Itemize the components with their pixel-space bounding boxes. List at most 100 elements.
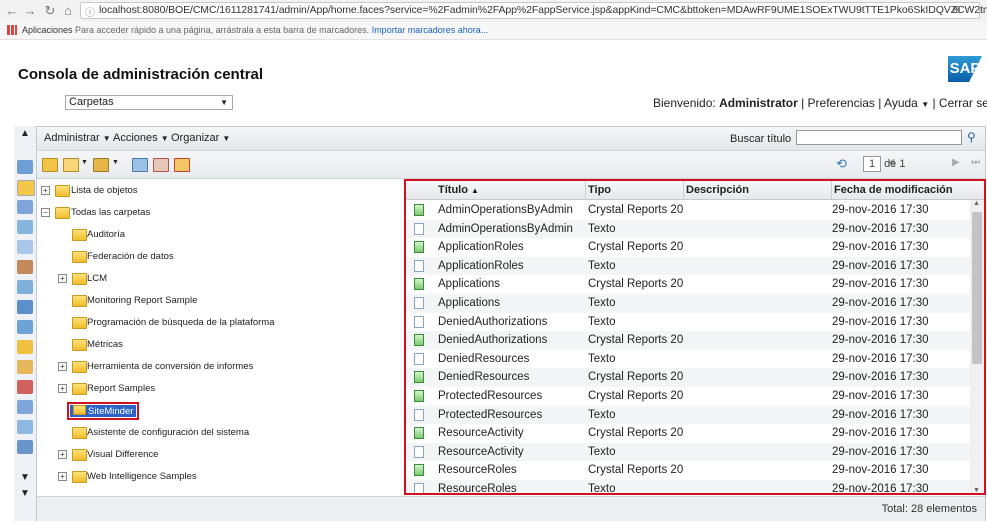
scroll-up-icon[interactable]: ▲: [20, 128, 30, 139]
servers-nav-icon[interactable]: [17, 240, 33, 254]
back-arrow-icon[interactable]: ←: [4, 3, 20, 19]
table-row[interactable]: ApplicationRoles Texto 29-nov-2016 17:30: [406, 256, 970, 276]
forward-arrow-icon[interactable]: →: [22, 3, 38, 19]
new-folder-icon[interactable]: [42, 158, 58, 172]
apps-label[interactable]: Aplicaciones: [22, 25, 73, 35]
scroll-up-icon[interactable]: ▲: [973, 200, 980, 207]
properties-icon[interactable]: [132, 158, 148, 172]
licenses-nav-icon[interactable]: [17, 320, 33, 334]
text-file-icon: [414, 222, 424, 235]
address-bar[interactable]: ⓘ localhost:8080/BOE/CMC/1611281741/admi…: [80, 2, 987, 19]
folder-icon: [72, 251, 87, 263]
folder-view-select[interactable]: Carpetas ▼: [65, 95, 233, 110]
add-to-folder-icon[interactable]: [93, 158, 109, 172]
expand-icon[interactable]: +: [58, 362, 67, 371]
cell-date: 29-nov-2016 17:30: [832, 315, 929, 328]
instances-nav-icon[interactable]: [17, 340, 33, 354]
table-row[interactable]: ProtectedResources Texto 29-nov-2016 17:30: [406, 405, 970, 425]
page-number-input[interactable]: 1: [863, 156, 881, 172]
chevron-down-icon[interactable]: ▼: [112, 159, 119, 166]
table-row[interactable]: ProtectedResources Crystal Reports 2013 29…: [406, 387, 970, 406]
table-row[interactable]: ResourceActivity Crystal Reports 2013 29-n…: [406, 424, 970, 443]
authentication-nav-icon[interactable]: [17, 300, 33, 314]
tree-label: Programación de búsqueda de la plataform…: [87, 317, 275, 328]
tree-label: Lista de objetos: [71, 185, 138, 196]
text-file-icon: [414, 445, 424, 458]
zoom-icon[interactable]: ⊕: [952, 3, 961, 16]
scroll-down-icon[interactable]: ▼: [973, 487, 980, 493]
user-security-icon[interactable]: [153, 158, 169, 172]
collapse-icon[interactable]: −: [41, 208, 50, 217]
scroll-down-icon[interactable]: ▼: [20, 472, 30, 483]
table-row[interactable]: ResourceRoles Crystal Reports 2013 29-nov-…: [406, 461, 970, 480]
scroll-end-icon[interactable]: ▼: [20, 488, 30, 499]
tree-label: Métricas: [87, 339, 123, 350]
folder-icon: [55, 207, 70, 219]
table-row[interactable]: ApplicationRoles Crystal Reports 2013 29-n…: [406, 238, 970, 257]
calendars-nav-icon[interactable]: [17, 360, 33, 374]
new-object-icon[interactable]: [63, 158, 79, 172]
users-nav-icon[interactable]: [17, 160, 33, 174]
help-menu[interactable]: Ayuda ▼: [884, 96, 929, 110]
preferences-link[interactable]: Preferencias: [808, 96, 875, 110]
pager: 1 de 1: [863, 156, 905, 172]
monitoring-nav-icon[interactable]: [17, 440, 33, 454]
crystal-report-icon: [414, 390, 424, 402]
expand-icon[interactable]: +: [41, 186, 50, 195]
reload-icon[interactable]: ↻: [42, 3, 58, 19]
table-row[interactable]: Applications Crystal Reports 2013 29-nov-2…: [406, 275, 970, 294]
menu-acciones[interactable]: Acciones ▼: [113, 132, 169, 144]
events-nav-icon[interactable]: [17, 380, 33, 394]
refresh-icon[interactable]: ⟲: [836, 156, 847, 172]
folder-icon: [72, 449, 87, 461]
column-header-description[interactable]: Descripción: [686, 184, 749, 196]
apps-grid-icon[interactable]: [7, 25, 17, 35]
column-divider[interactable]: [585, 181, 586, 199]
cell-title: ApplicationRoles: [438, 259, 524, 272]
expand-icon[interactable]: +: [58, 472, 67, 481]
table-row[interactable]: ResourceActivity Texto 29-nov-2016 17:30: [406, 442, 970, 462]
tree-label: Visual Difference: [87, 449, 159, 460]
table-row[interactable]: AdminOperationsByAdmin Texto 29-nov-2016 1…: [406, 219, 970, 239]
table-row[interactable]: ResourceRoles Texto 29-nov-2016 17:30: [406, 480, 970, 493]
cell-type: Crystal Reports 2013: [588, 334, 684, 347]
settings-nav-icon[interactable]: [17, 400, 33, 414]
personal-folders-nav-icon[interactable]: [17, 200, 33, 214]
expand-icon[interactable]: +: [58, 384, 67, 393]
menu-administrar[interactable]: Administrar ▼: [44, 132, 111, 144]
column-divider[interactable]: [831, 181, 832, 199]
vertical-scrollbar[interactable]: ▲ ▼: [970, 200, 984, 493]
applications-nav-icon[interactable]: [17, 280, 33, 294]
page-info-icon[interactable]: ⓘ: [85, 4, 95, 19]
binoculars-search-icon[interactable]: ⚲: [967, 130, 976, 144]
bookmark-star-icon[interactable]: ☆: [965, 3, 975, 16]
categories-nav-icon[interactable]: [17, 220, 33, 234]
table-row[interactable]: AdminOperationsByAdmin Crystal Reports 20…: [406, 201, 970, 220]
column-header-type[interactable]: Tipo: [588, 184, 611, 196]
folder-icon: [72, 317, 87, 329]
table-row[interactable]: DeniedAuthorizations Texto 29-nov-2016 17:…: [406, 313, 970, 332]
schedule-icon[interactable]: [174, 158, 190, 172]
logout-link[interactable]: Cerrar sesión: [939, 96, 987, 110]
home-icon[interactable]: ⌂: [60, 3, 76, 19]
expand-icon[interactable]: +: [58, 274, 67, 283]
expand-icon[interactable]: +: [58, 450, 67, 459]
menu-organizar[interactable]: Organizar ▼: [171, 132, 230, 144]
table-row[interactable]: DeniedResources Texto 29-nov-2016 17:30: [406, 350, 970, 369]
next-page-icon[interactable]: ▶: [952, 157, 960, 168]
column-divider[interactable]: [683, 181, 684, 199]
search-scope-select[interactable]: Buscar título ▼: [730, 133, 802, 145]
scrollbar-thumb[interactable]: [972, 212, 982, 364]
chevron-down-icon[interactable]: ▼: [81, 159, 88, 166]
last-page-icon[interactable]: ⏭: [971, 157, 980, 168]
folders-nav-icon[interactable]: [17, 180, 35, 196]
column-header-modified[interactable]: Fecha de modificación: [834, 184, 953, 196]
table-row[interactable]: DeniedResources Crystal Reports 2013 29-no…: [406, 368, 970, 387]
search-input[interactable]: [796, 130, 962, 145]
import-bookmarks-link[interactable]: Importar marcadores ahora...: [372, 25, 489, 35]
column-header-title[interactable]: Título ▲: [438, 184, 479, 196]
federation-nav-icon[interactable]: [17, 420, 33, 434]
access-levels-nav-icon[interactable]: [17, 260, 33, 274]
table-row[interactable]: DeniedAuthorizations Crystal Reports 2013…: [406, 331, 970, 350]
table-row[interactable]: Applications Texto 29-nov-2016 17:30: [406, 294, 970, 313]
